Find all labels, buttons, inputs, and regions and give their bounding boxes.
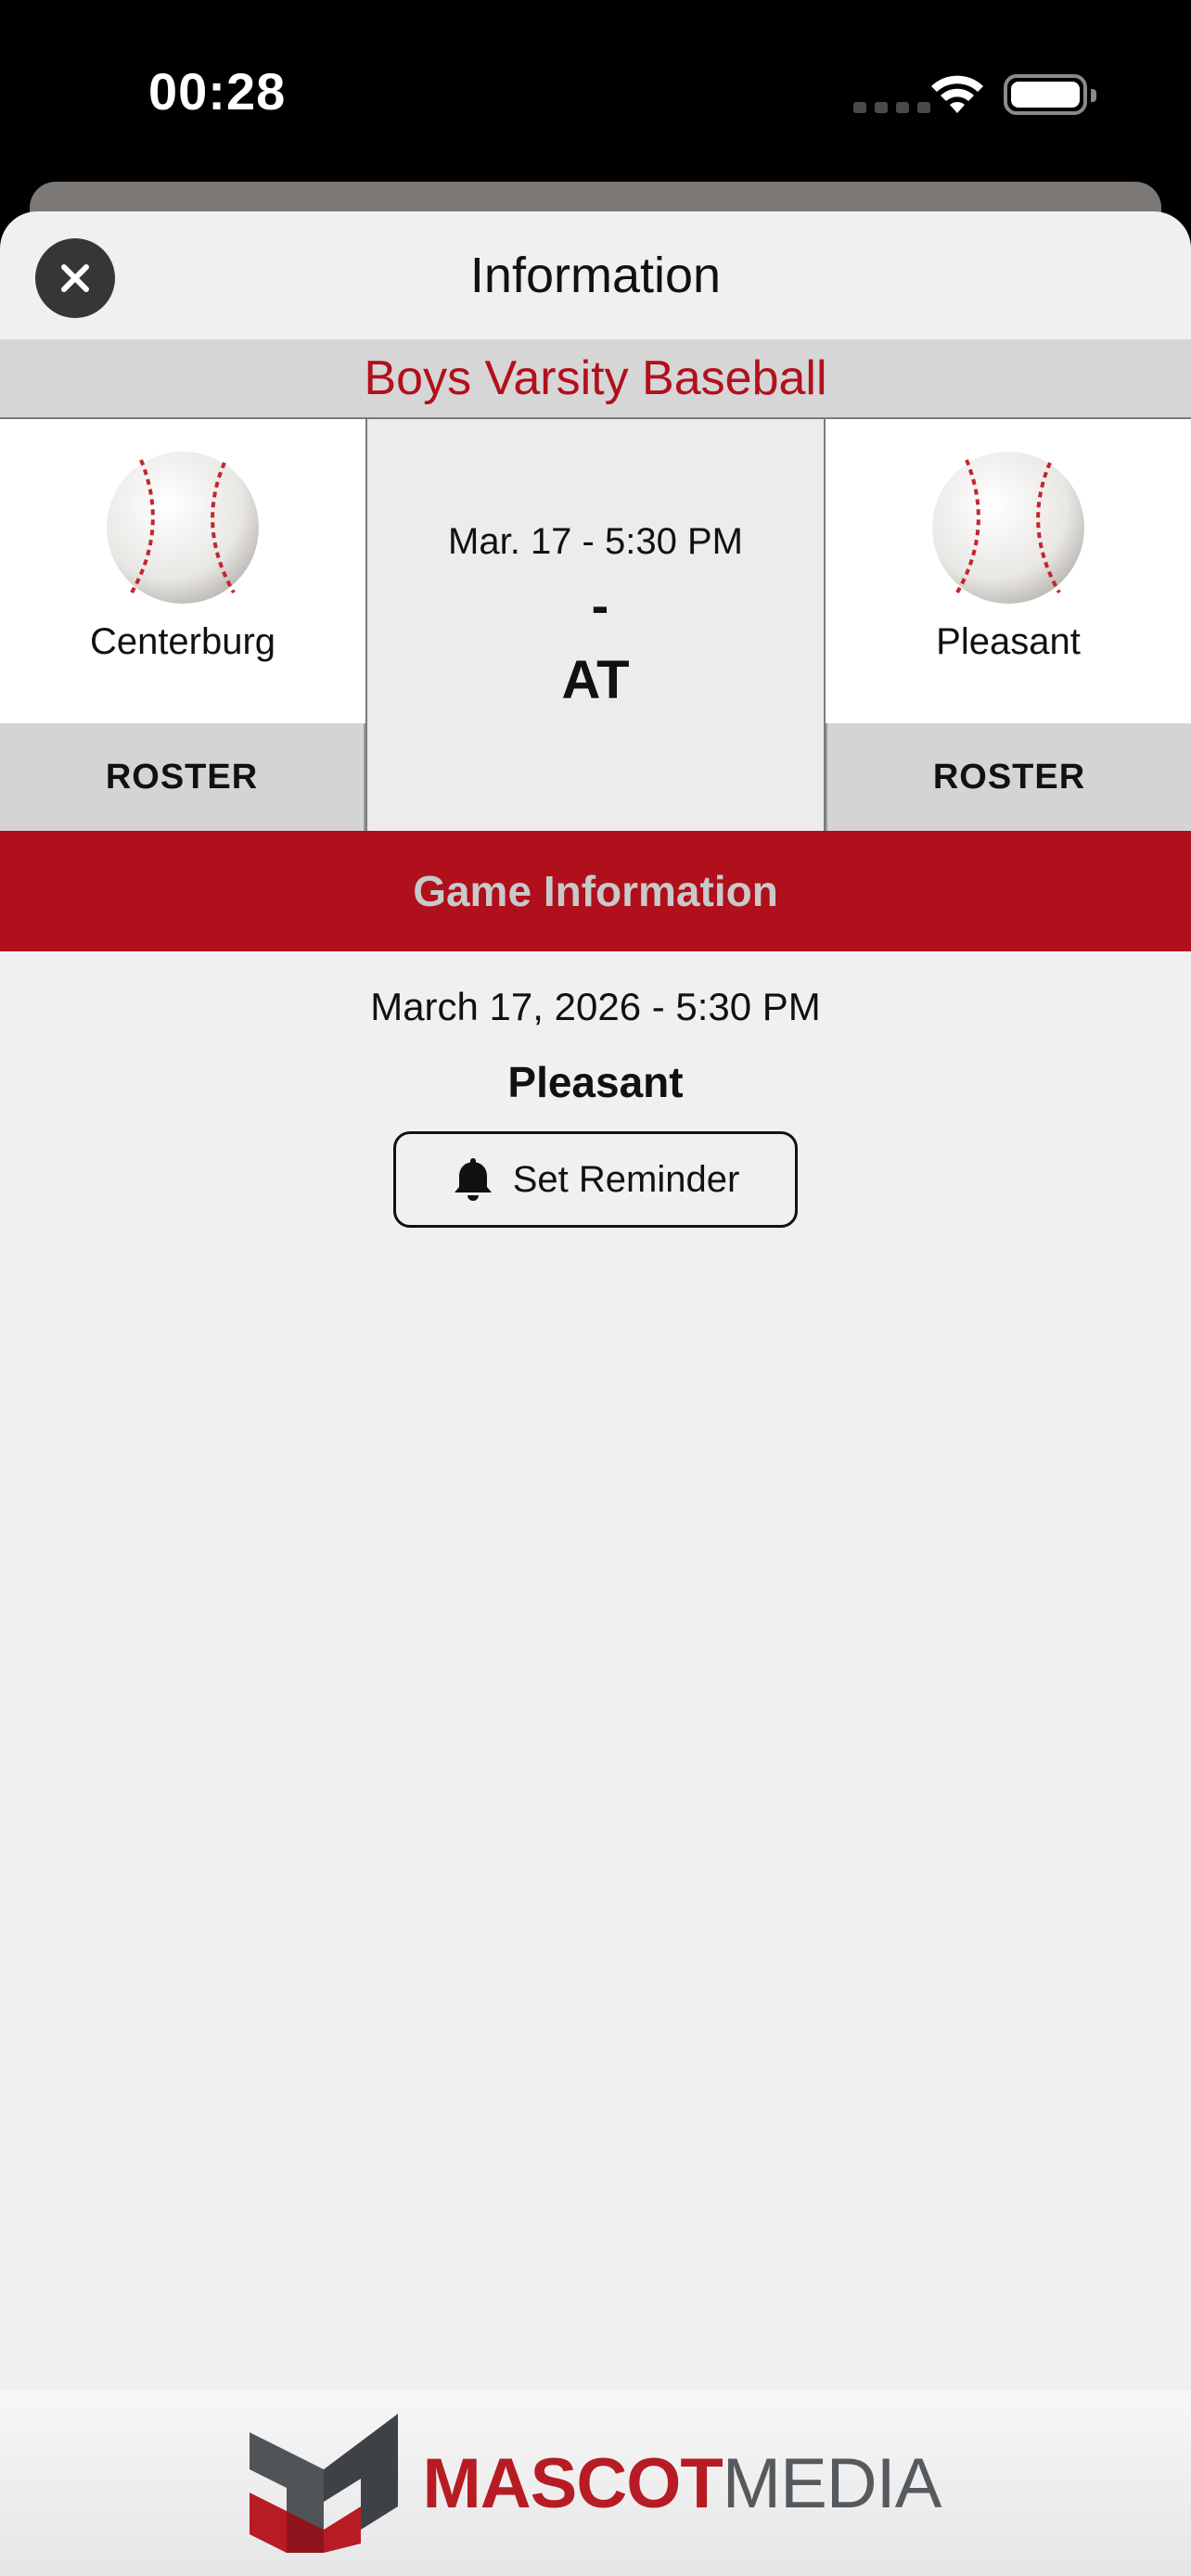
baseball-icon: [932, 452, 1084, 604]
matchup-versus: AT: [561, 650, 630, 710]
set-reminder-label: Set Reminder: [512, 1158, 740, 1200]
roster-button-right[interactable]: ROSTER: [826, 723, 1191, 831]
mascot-media-logo-icon: [250, 2414, 399, 2553]
matchup-score: -: [591, 576, 609, 634]
team-left-name: Centerburg: [89, 621, 276, 662]
status-time: 00:28: [148, 62, 287, 121]
sport-title: Boys Varsity Baseball: [364, 351, 827, 405]
sport-bar: Boys Varsity Baseball: [0, 339, 1191, 419]
baseball-icon: [107, 452, 259, 604]
game-venue: Pleasant: [507, 1058, 684, 1106]
mascot-media-logo-text: MASCOTMEDIA: [422, 2443, 941, 2524]
matchup-panel: Mar. 17 - 5:30 PM - AT: [365, 419, 826, 831]
information-sheet: Information Boys Varsity Baseball Center…: [0, 211, 1191, 2576]
team-right-name: Pleasant: [936, 621, 1081, 662]
sheet-header: Information: [0, 211, 1191, 339]
mascot-media-logo: MASCOTMEDIA: [250, 2414, 941, 2553]
footer: MASCOTMEDIA: [0, 2391, 1191, 2576]
battery-icon: [1004, 74, 1096, 115]
game-date: March 17, 2026 - 5:30 PM: [370, 985, 821, 1028]
logo-text-mascot: MASCOT: [422, 2443, 723, 2523]
team-right[interactable]: Pleasant: [826, 419, 1191, 723]
bell-icon: [454, 1158, 492, 1201]
wifi-icon: [931, 75, 983, 113]
logo-text-media: MEDIA: [722, 2443, 942, 2523]
roster-button-left[interactable]: ROSTER: [0, 723, 365, 831]
set-reminder-button[interactable]: Set Reminder: [393, 1131, 798, 1228]
game-information-title: Game Information: [413, 867, 778, 915]
matchup-date: Mar. 17 - 5:30 PM: [448, 521, 743, 562]
game-information-bar: Game Information: [0, 831, 1191, 951]
status-bar: 00:28: [0, 0, 1191, 185]
cellular-signal-icon: [853, 102, 930, 113]
page-title: Information: [469, 248, 722, 303]
team-left[interactable]: Centerburg: [0, 419, 365, 723]
